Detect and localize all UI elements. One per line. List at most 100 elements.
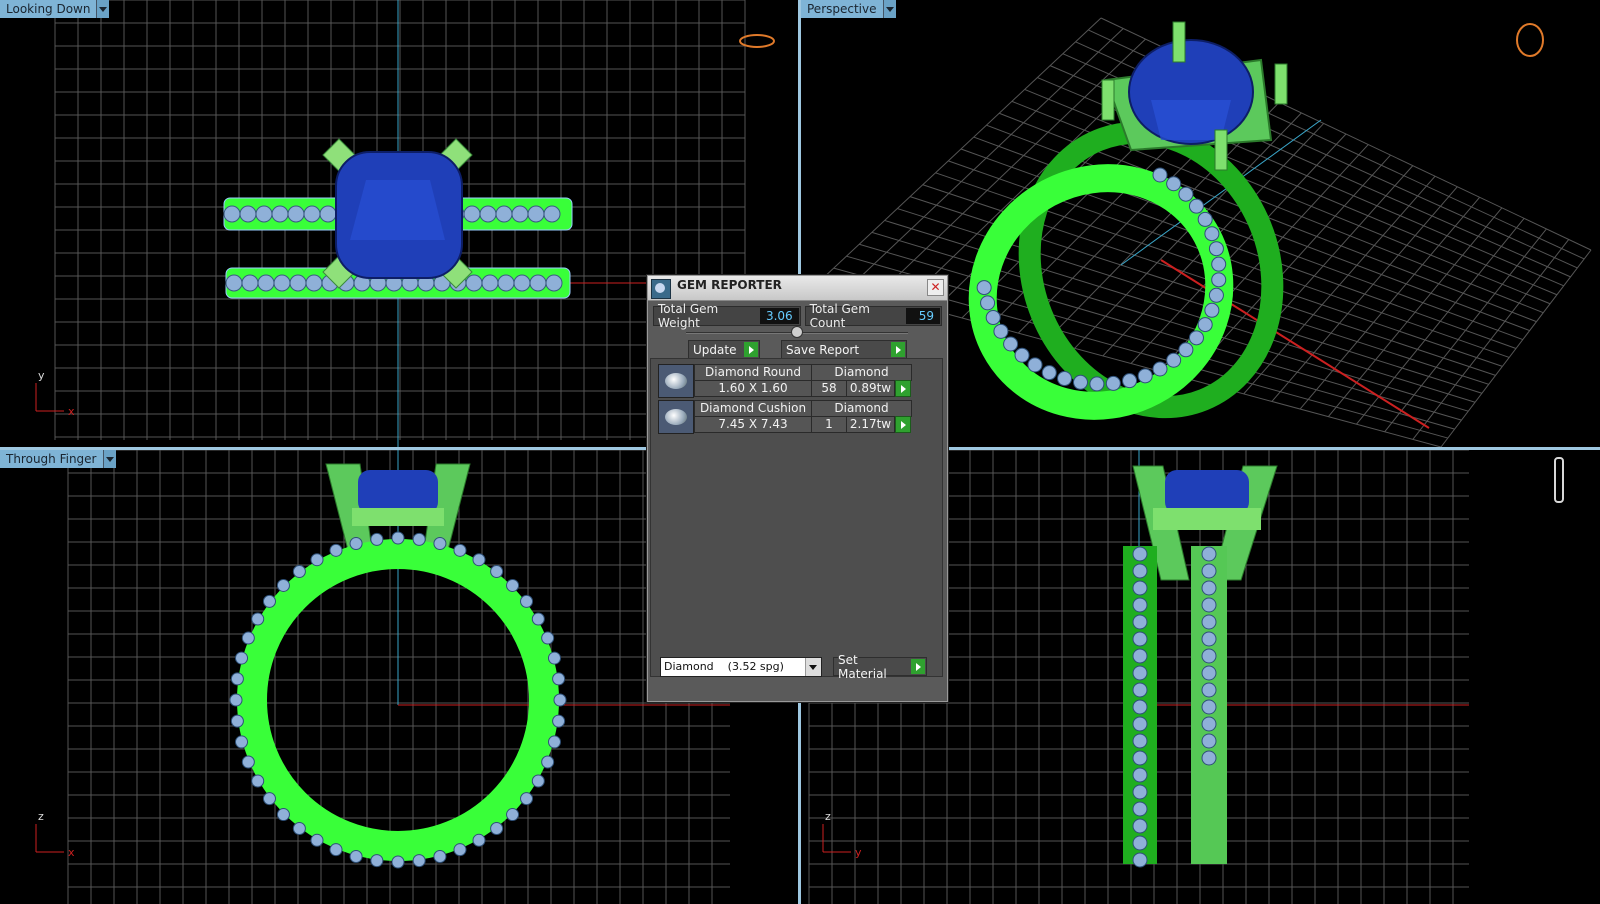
viewport-dropdown-icon[interactable]	[96, 0, 110, 18]
side-stone	[529, 274, 547, 292]
prong	[1101, 79, 1115, 121]
update-button[interactable]: Update	[688, 340, 760, 359]
side-stone	[545, 274, 563, 292]
gem-weight: 2.17tw	[846, 416, 895, 433]
side-stone	[1188, 330, 1204, 346]
save-report-button-label: Save Report	[786, 342, 860, 357]
side-stone	[1057, 371, 1073, 387]
center-stone	[358, 470, 438, 514]
side-stone	[1201, 733, 1217, 749]
gem-count: 1	[811, 416, 847, 433]
side-stone	[1201, 682, 1217, 698]
gallery-rail	[352, 508, 444, 526]
side-stone	[262, 792, 276, 806]
dropdown-arrow-icon[interactable]	[805, 658, 821, 676]
viewport-dropdown-icon[interactable]	[102, 450, 116, 468]
gem-reporter-icon	[651, 279, 671, 299]
gem-count: 58	[811, 380, 847, 397]
side-stone	[235, 651, 249, 665]
play-arrow-icon	[744, 342, 758, 357]
side-stone	[465, 274, 483, 292]
side-stone	[1132, 818, 1148, 834]
side-stone	[976, 280, 992, 296]
play-arrow-icon[interactable]	[895, 416, 911, 433]
side-stone	[289, 274, 307, 292]
gem-list[interactable]: Diamond Round Diamond 1.60 X 1.60 58 0.8…	[650, 358, 943, 677]
play-arrow-icon	[891, 342, 905, 357]
gallery-rail	[1153, 508, 1261, 530]
side-stone	[241, 631, 255, 645]
side-stone	[1197, 317, 1213, 333]
side-stone	[257, 274, 275, 292]
viewport-label[interactable]: Perspective	[801, 0, 896, 18]
side-stone	[481, 274, 499, 292]
side-stone	[1132, 733, 1148, 749]
side-stone	[1132, 563, 1148, 579]
side-stone	[271, 205, 289, 223]
play-arrow-icon[interactable]	[895, 380, 911, 397]
viewport-label[interactable]: Looking Down	[0, 0, 110, 18]
side-stone	[1208, 287, 1224, 303]
side-stone	[1073, 374, 1089, 390]
side-stone	[506, 808, 520, 822]
side-stone	[1132, 767, 1148, 783]
side-stone	[541, 755, 555, 769]
material-select[interactable]: Diamond (3.52 spg)	[660, 657, 822, 677]
side-stone	[292, 822, 306, 836]
side-stone	[479, 205, 497, 223]
save-report-button[interactable]: Save Report	[781, 340, 907, 359]
list-item[interactable]: Diamond Round Diamond 1.60 X 1.60 58 0.8…	[658, 364, 914, 398]
side-stone	[520, 594, 534, 608]
side-stone	[1208, 241, 1224, 257]
side-stone	[495, 205, 513, 223]
side-stone	[349, 849, 363, 863]
side-stone	[412, 854, 426, 868]
side-stone	[1132, 835, 1148, 851]
side-stone	[225, 274, 243, 292]
side-stone	[1188, 198, 1204, 214]
viewport-label[interactable]: Through Finger	[0, 450, 116, 468]
side-stone	[1201, 546, 1217, 562]
side-stone	[1204, 302, 1220, 318]
side-stone	[490, 564, 504, 578]
total-weight-value: 3.06	[759, 308, 799, 324]
side-stone	[547, 735, 561, 749]
side-stone	[251, 774, 265, 788]
side-stone	[552, 672, 566, 686]
side-stone	[506, 578, 520, 592]
side-stone	[329, 843, 343, 857]
collapse-knob-icon[interactable]	[791, 326, 803, 338]
gem-reporter-dialog[interactable]: GEM REPORTER ✕ Total Gem Weight 3.06 Tot…	[647, 275, 948, 702]
dialog-titlebar[interactable]: GEM REPORTER ✕	[648, 276, 947, 301]
axis-label-horizontal: x	[68, 846, 75, 859]
viewport-name: Through Finger	[0, 450, 103, 468]
set-material-button[interactable]: Set Material	[833, 653, 927, 681]
side-stone	[1197, 211, 1213, 227]
side-stone	[239, 205, 257, 223]
side-stone	[472, 553, 486, 567]
side-stone	[241, 274, 259, 292]
prong	[1172, 21, 1186, 63]
side-stone	[1201, 631, 1217, 647]
side-stone	[1132, 682, 1148, 698]
side-stone	[463, 205, 481, 223]
side-stone	[1132, 580, 1148, 596]
side-stone	[453, 843, 467, 857]
side-stone	[251, 612, 265, 626]
side-stone	[1201, 665, 1217, 681]
viewport-dropdown-icon[interactable]	[882, 0, 896, 18]
side-stone	[1132, 699, 1148, 715]
side-stone	[230, 714, 244, 728]
side-stone	[527, 205, 545, 223]
side-stone	[980, 295, 996, 311]
close-icon[interactable]: ✕	[927, 279, 944, 296]
side-stone	[412, 532, 426, 546]
side-stone	[472, 833, 486, 847]
side-stone	[1132, 801, 1148, 817]
list-item[interactable]: Diamond Cushion Diamond 7.45 X 7.43 1 2.…	[658, 400, 914, 434]
side-stone	[433, 537, 447, 551]
side-stone	[497, 274, 515, 292]
side-stone	[241, 755, 255, 769]
set-material-button-label: Set Material	[838, 652, 887, 681]
material-select-value: Diamond (3.52 spg)	[664, 660, 784, 673]
